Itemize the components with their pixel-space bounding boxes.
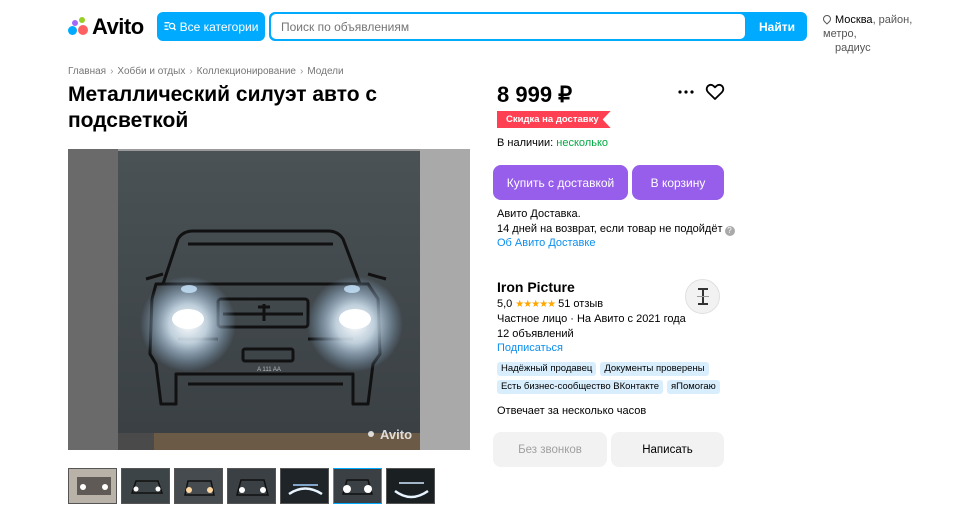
badge-documents-verified[interactable]: Документы проверены (600, 362, 709, 376)
license-plate-text: A 111 AA (257, 367, 281, 373)
more-options-icon[interactable] (677, 84, 695, 100)
seller-badges: Надёжный продавец Документы проверены Ес… (497, 362, 727, 394)
thumbnail-6-active[interactable] (333, 468, 382, 504)
stock-label: В наличии: (497, 137, 554, 149)
subscribe-link[interactable]: Подписаться (497, 341, 686, 356)
delivery-info: Авито Доставка. 14 дней на возврат, если… (497, 207, 735, 251)
buy-with-delivery-button[interactable]: Купить с доставкой (493, 165, 628, 200)
seller-meta: Частное лицо · На Авито с 2021 года 12 о… (497, 312, 686, 356)
seller-rating: 5,0 ★★★★★ 51 отзыв (497, 298, 603, 310)
seller-avatar[interactable] (685, 279, 720, 314)
favorite-heart-icon[interactable] (705, 82, 725, 102)
page-title: Металлический силуэт авто с подсветкой (68, 83, 378, 132)
thumbnail-4[interactable] (227, 468, 276, 504)
breadcrumb-separator: › (189, 66, 193, 77)
response-time: Отвечает за несколько часов (497, 405, 647, 417)
search-input[interactable] (271, 14, 745, 39)
avito-logo[interactable]: Avito (68, 14, 144, 40)
all-categories-label: Все категории (179, 19, 259, 34)
all-categories-button[interactable]: Все категории (157, 12, 265, 41)
breadcrumb-item-models[interactable]: Модели (307, 66, 343, 77)
thumbnail-2[interactable] (121, 468, 170, 504)
logo-text: Avito (92, 14, 144, 39)
breadcrumb: Главная › Хобби и отдых › Коллекциониров… (68, 66, 344, 77)
thumbnail-strip (68, 468, 435, 504)
breadcrumb-item-collecting[interactable]: Коллекционирование (197, 66, 296, 77)
seller-type-since: Частное лицо · На Авито с 2021 года (497, 313, 686, 325)
search-bar: Найти (269, 12, 807, 41)
seller-ads-count[interactable]: 12 объявлений (497, 327, 686, 342)
thumbnail-1[interactable] (68, 468, 117, 504)
breadcrumb-separator: › (110, 66, 114, 77)
delivery-line-2: 14 дней на возврат, если товар не подойд… (497, 222, 723, 235)
thumbnail-3[interactable] (174, 468, 223, 504)
badge-vk-community[interactable]: Есть бизнес-сообщество ВКонтакте (497, 380, 664, 394)
thumbnail-5[interactable] (280, 468, 329, 504)
delivery-line-1: Авито Доставка. (497, 208, 581, 220)
breadcrumb-item-hobby[interactable]: Хобби и отдых (117, 66, 185, 77)
reviews-link[interactable]: 51 отзыв (558, 298, 603, 310)
rating-value: 5,0 (497, 298, 513, 310)
watermark-text: Avito (380, 427, 412, 442)
search-button[interactable]: Найти (747, 12, 807, 41)
question-icon[interactable]: ? (724, 226, 735, 236)
discount-delivery-badge: Скидка на доставку (497, 111, 611, 128)
stock-status: В наличии: несколько (497, 137, 608, 149)
rating-stars-icon: ★★★★★ (515, 298, 556, 310)
seller-name[interactable]: Iron Picture (497, 279, 575, 295)
location-city: Москва (835, 14, 873, 26)
location-selector[interactable]: Москва, район, метро, радиус (821, 13, 948, 55)
seller-logo-icon (696, 287, 709, 305)
add-to-cart-button[interactable]: В корзину (632, 165, 724, 200)
write-message-button[interactable]: Написать (611, 432, 724, 467)
car-silhouette-image: A 111 AA Avito (68, 149, 470, 450)
stock-value: несколько (556, 137, 609, 149)
breadcrumb-item-home[interactable]: Главная (68, 66, 106, 77)
main-product-photo[interactable]: A 111 AA Avito (68, 149, 470, 450)
no-calls-button: Без звонков (493, 432, 607, 467)
badge-reliable-seller[interactable]: Надёжный продавец (497, 362, 597, 376)
about-delivery-link[interactable]: Об Авито Доставке (497, 236, 735, 251)
categories-search-icon (164, 21, 176, 30)
badge-ya-pomogayu[interactable]: яПомогаю (667, 380, 720, 394)
avito-logo-icon (68, 17, 88, 37)
breadcrumb-separator: › (299, 66, 304, 77)
thumbnail-7[interactable] (386, 468, 435, 504)
price: 8 999 ₽ (497, 82, 573, 107)
location-radius: радиус (835, 42, 871, 54)
location-pin-icon (821, 13, 833, 25)
